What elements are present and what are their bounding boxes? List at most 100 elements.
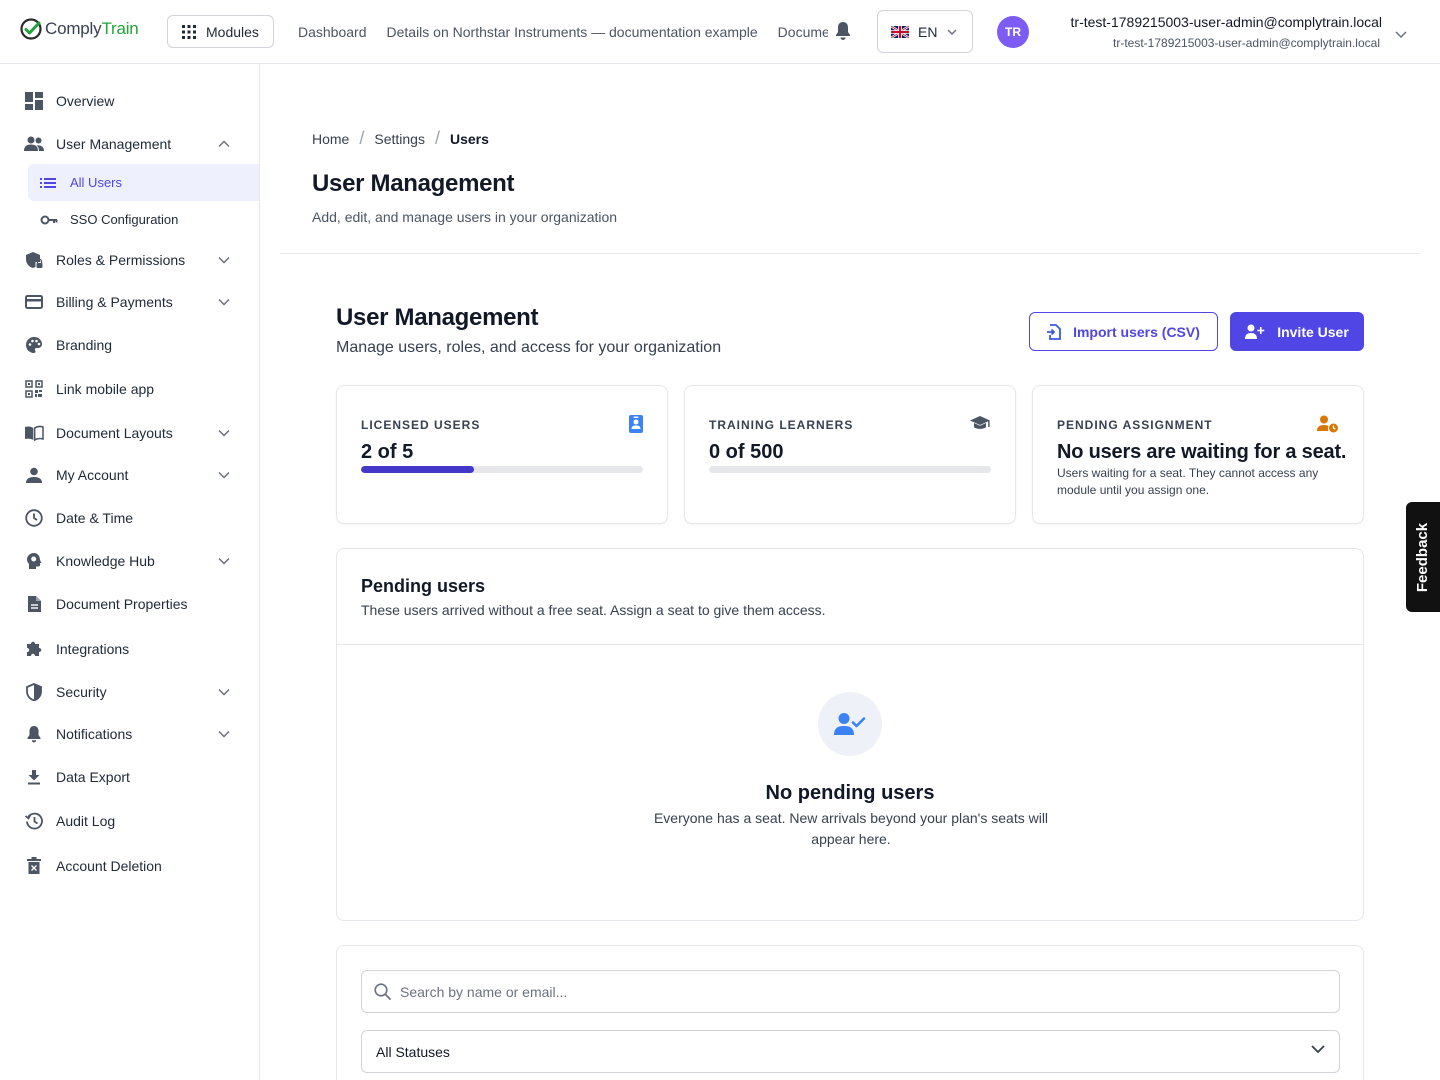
sidebar-item-link-mobile-app[interactable]: Link mobile app	[0, 369, 259, 409]
card-label: PENDING ASSIGNMENT	[1057, 418, 1213, 432]
user-clock-icon	[1317, 415, 1339, 438]
language-selector[interactable]: EN	[877, 10, 973, 53]
import-users-button[interactable]: Import users (CSV)	[1029, 312, 1218, 351]
pending-card-title: No users are waiting for a seat.	[1057, 441, 1347, 463]
card-value: 2 of 5	[361, 441, 414, 463]
breadcrumb-current: Users	[449, 130, 489, 147]
section-subtitle: Manage users, roles, and access for your…	[336, 339, 722, 356]
feedback-tab[interactable]: Feedback	[1406, 502, 1440, 612]
sidebar-item-audit-log[interactable]: Audit Log	[0, 801, 259, 841]
page-title: User Management	[312, 170, 515, 197]
pending-users-panel: Pending users These users arrived withou…	[336, 548, 1364, 921]
sidebar-item-data-export[interactable]: Data Export	[0, 757, 259, 797]
id-badge-icon	[629, 415, 643, 438]
status-select-value: All Statuses	[376, 1043, 450, 1060]
topnav-details[interactable]: Details on Northstar Instruments — docum…	[387, 24, 758, 40]
sidebar-item-security[interactable]: Security	[0, 672, 259, 712]
breadcrumb: Home / Settings / Users	[312, 128, 489, 149]
training-learners-card: TRAINING LEARNERS 0 of 500	[684, 385, 1016, 524]
file-import-icon	[1047, 323, 1061, 340]
sidebar-item-document-layouts[interactable]: Document Layouts	[0, 413, 259, 453]
delete-icon	[24, 856, 44, 876]
history-icon	[24, 811, 44, 831]
chevron-up-icon	[218, 140, 230, 148]
search-icon	[374, 983, 391, 1000]
breadcrumb-settings[interactable]: Settings	[374, 131, 425, 147]
sidebar-item-notifications[interactable]: Notifications	[0, 714, 259, 754]
top-bar: ComplyTrain Modules Dashboard Details on…	[0, 0, 1440, 64]
invite-user-button[interactable]: Invite User	[1230, 312, 1364, 351]
training-progress-bar	[709, 466, 991, 473]
licensed-progress-bar	[361, 466, 643, 473]
breadcrumb-separator: /	[434, 128, 440, 148]
pending-card-description: Users waiting for a seat. They cannot ac…	[1057, 466, 1319, 497]
search-box	[361, 970, 1340, 1013]
sidebar-item-billing-payments[interactable]: Billing & Payments	[0, 282, 259, 322]
grid-icon	[182, 24, 196, 39]
sidebar-item-branding[interactable]: Branding	[0, 325, 259, 365]
topnav-documentation[interactable]: Documentation	[778, 24, 828, 40]
status-select[interactable]: All Statuses	[361, 1030, 1340, 1073]
sidebar-item-sso-configuration[interactable]: SSO Configuration	[28, 201, 259, 238]
head-lightbulb-icon	[24, 551, 44, 571]
page-header: Home / Settings / Users User Management …	[280, 96, 1420, 254]
sidebar-item-document-properties[interactable]: Document Properties	[0, 584, 259, 624]
download-icon	[24, 767, 44, 787]
logo[interactable]: ComplyTrain	[19, 17, 139, 41]
topnav-dashboard[interactable]: Dashboard	[298, 24, 367, 40]
sidebar-item-user-management[interactable]: User Management	[0, 124, 259, 164]
sidebar-item-all-users[interactable]: All Users	[28, 164, 259, 201]
bell-icon	[24, 724, 44, 744]
chevron-down-icon	[947, 28, 957, 35]
avatar[interactable]: TR	[997, 16, 1029, 48]
card-value: 0 of 500	[709, 441, 784, 463]
language-label: EN	[918, 23, 938, 40]
pending-users-subtitle: These users arrived without a free seat.…	[361, 602, 826, 618]
user-menu-chevron-icon[interactable]	[1395, 25, 1407, 43]
search-input[interactable]	[400, 983, 1300, 1000]
credit-card-icon	[24, 292, 44, 312]
user-name[interactable]: tr-test-1789215003-user-admin@complytrai…	[1040, 14, 1382, 30]
clock-icon	[24, 508, 44, 528]
chevron-down-icon	[218, 429, 230, 437]
sidebar-item-account-deletion[interactable]: Account Deletion	[0, 846, 259, 886]
empty-state-title: No pending users	[765, 782, 935, 804]
logo-text: ComplyTrain	[45, 19, 139, 38]
book-icon	[24, 423, 44, 443]
document-icon	[24, 594, 44, 614]
chevron-down-icon	[218, 730, 230, 738]
user-email: tr-test-1789215003-user-admin@complytrai…	[1113, 36, 1380, 50]
list-icon	[40, 177, 56, 189]
user-check-icon	[834, 713, 866, 735]
key-icon	[40, 215, 58, 225]
card-label: TRAINING LEARNERS	[709, 418, 854, 432]
check-circle-icon	[20, 18, 42, 40]
card-label: LICENSED USERS	[361, 418, 481, 432]
qr-code-icon	[24, 379, 44, 399]
palette-icon	[24, 335, 44, 355]
pending-assignment-card: PENDING ASSIGNMENT No users are waiting …	[1032, 385, 1364, 524]
shield-icon	[24, 682, 44, 702]
modules-button[interactable]: Modules	[167, 15, 274, 48]
sidebar-item-knowledge-hub[interactable]: Knowledge Hub	[0, 541, 259, 581]
breadcrumb-separator: /	[359, 128, 365, 148]
top-nav: Dashboard Details on Northstar Instrumen…	[298, 0, 828, 63]
sidebar-item-roles-permissions[interactable]: Roles & Permissions	[0, 240, 259, 280]
sidebar-item-my-account[interactable]: My Account	[0, 455, 259, 495]
user-plus-icon	[1245, 324, 1265, 339]
empty-state-illustration	[818, 692, 882, 756]
users-icon	[24, 134, 44, 154]
sidebar-item-date-time[interactable]: Date & Time	[0, 498, 259, 538]
sidebar: Overview User Management All Users SSO C…	[0, 64, 260, 1080]
breadcrumb-home[interactable]: Home	[312, 131, 349, 147]
graduation-cap-icon	[969, 415, 991, 436]
notification-bell-icon[interactable]	[834, 21, 852, 46]
puzzle-icon	[24, 639, 44, 659]
sidebar-item-integrations[interactable]: Integrations	[0, 629, 259, 669]
empty-state-description: Everyone has a seat. New arrivals beyond…	[653, 810, 1049, 847]
sidebar-item-overview[interactable]: Overview	[0, 81, 259, 121]
page-subtitle: Add, edit, and manage users in your orga…	[312, 209, 618, 225]
uk-flag-icon	[891, 25, 909, 38]
section-title: User Management	[336, 304, 539, 331]
dashboard-icon	[24, 91, 44, 111]
